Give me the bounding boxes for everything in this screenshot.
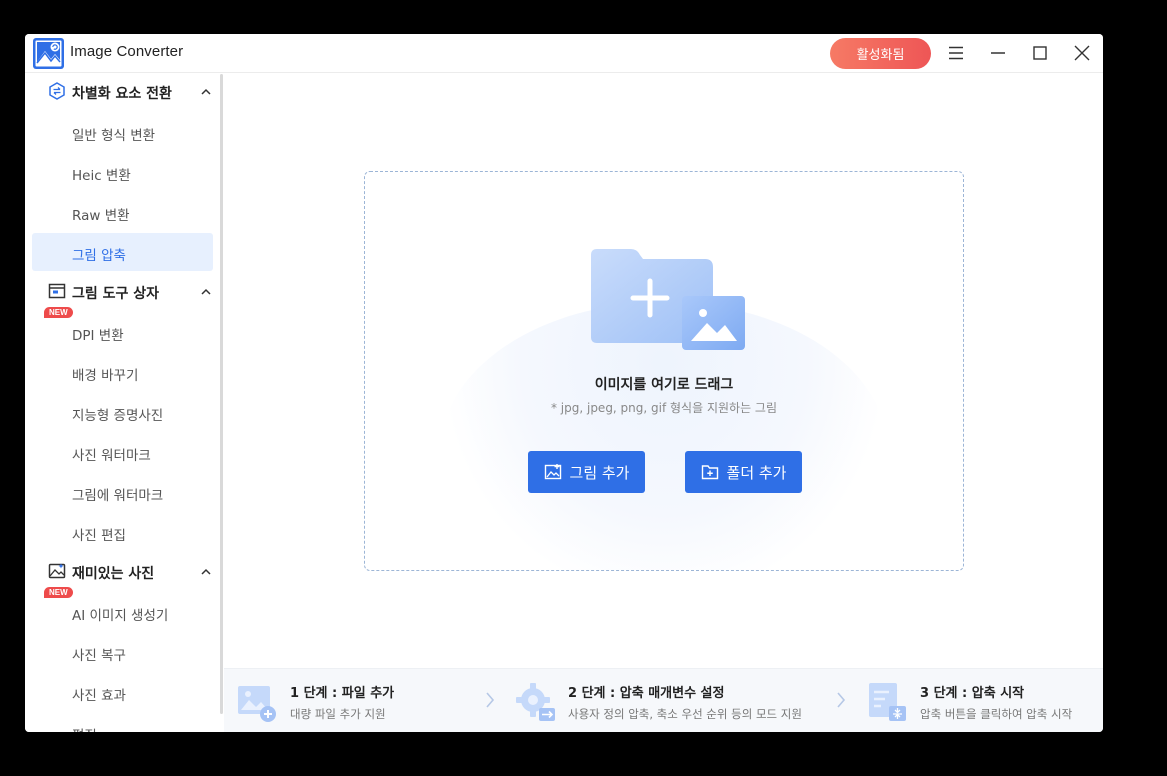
app-logo-icon: [33, 38, 64, 69]
sidebar-item-label: 그림에 워터마크: [72, 488, 164, 504]
sidebar-item-label: DPI 변환: [72, 328, 124, 344]
sidebar-item-heic[interactable]: Heic 변환: [32, 153, 213, 191]
add-folder-icon: [701, 465, 718, 480]
add-folder-label: 폴더 추가: [726, 463, 787, 482]
sidebar-scrollbar[interactable]: [220, 74, 223, 714]
activated-button[interactable]: 활성화됨: [830, 38, 931, 69]
chevron-up-icon: [201, 288, 211, 295]
sidebar-item-label: 배경 바꾸기: [72, 368, 139, 384]
add-image-button[interactable]: 그림 추가: [528, 451, 645, 493]
sidebar-item-label: Heic 변환: [72, 168, 131, 184]
section-header-toolbox[interactable]: 그림 도구 상자: [25, 273, 222, 309]
sidebar-item-label: 사진 워터마크: [72, 448, 151, 464]
sidebar-item-label: AI 이미지 생성기: [72, 608, 169, 624]
sidebar-item-label: 일반 형식 변환: [72, 128, 156, 144]
main-content: 이미지를 여기로 드래그 * jpg, jpeg, png, gif 형식을 지…: [224, 73, 1103, 668]
sidebar-item-label: 사진 복구: [72, 648, 126, 664]
sidebar-item-compress[interactable]: 그림 압축: [32, 233, 213, 271]
steps-footer: 1 단계 : 파일 추가 대량 파일 추가 지원 2 단계 : 압축 매개변수 …: [224, 668, 1103, 732]
sidebar-item-edit[interactable]: 편집: [32, 713, 213, 732]
sidebar-item-background[interactable]: 배경 바꾸기: [32, 353, 213, 391]
step-2-desc: 사용자 정의 압축, 축소 우선 순위 등의 모드 지원: [568, 707, 802, 721]
sidebar-item-photo-watermark[interactable]: 사진 워터마크: [32, 433, 213, 471]
sidebar-item-raw[interactable]: Raw 변환: [32, 193, 213, 231]
sidebar-item-label: 그림 압축: [72, 248, 126, 264]
section-label: 재미있는 사진: [72, 566, 155, 582]
sidebar-item-photo-restore[interactable]: 사진 복구: [32, 633, 213, 671]
section-header-fun-photo[interactable]: 재미있는 사진: [25, 553, 222, 589]
app-title: Image Converter: [70, 43, 184, 60]
fun-photo-icon: [48, 563, 66, 579]
sidebar-item-label: 지능형 증명사진: [72, 408, 164, 424]
section-label: 차별화 요소 전환: [72, 86, 172, 102]
close-icon[interactable]: [1073, 44, 1091, 62]
sidebar-item-photo-edit[interactable]: 사진 편집: [32, 513, 213, 551]
chevron-right-icon: [486, 692, 495, 708]
sidebar-item-label: 사진 효과: [72, 688, 126, 704]
drop-zone-title: 이미지를 여기로 드래그: [594, 377, 734, 393]
maximize-icon[interactable]: [1031, 44, 1049, 62]
new-badge: NEW: [44, 307, 73, 318]
chevron-up-icon: [201, 88, 211, 95]
add-file-step-icon: [238, 686, 276, 722]
sidebar-item-id-photo[interactable]: 지능형 증명사진: [32, 393, 213, 431]
new-badge: NEW: [44, 587, 73, 598]
section-label: 그림 도구 상자: [72, 286, 160, 302]
menu-icon[interactable]: [947, 44, 965, 62]
app-window: Image Converter 활성화됨 차별화 요소 전환 일반 형식 변환: [25, 34, 1103, 732]
step-3-title: 3 단계 : 압축 시작: [920, 686, 1025, 701]
step-2-title: 2 단계 : 압축 매개변수 설정: [568, 686, 725, 701]
add-image-label: 그림 추가: [569, 463, 630, 482]
sidebar-item-label: 편집: [72, 724, 97, 732]
step-3-desc: 압축 버튼을 클릭하여 압축 시작: [920, 707, 1073, 721]
add-folder-button[interactable]: 폴더 추가: [685, 451, 802, 493]
sidebar-item-add-watermark[interactable]: 그림에 워터마크: [32, 473, 213, 511]
folder-add-illustration-icon: [591, 249, 745, 350]
sidebar-item-general-format[interactable]: 일반 형식 변환: [32, 113, 213, 151]
compress-step-icon: [869, 683, 906, 721]
settings-step-icon: [516, 683, 555, 721]
drop-zone[interactable]: 이미지를 여기로 드래그 * jpg, jpeg, png, gif 형식을 지…: [364, 171, 964, 571]
sidebar: 차별화 요소 전환 일반 형식 변환 Heic 변환 Raw 변환 그림 압축 …: [25, 73, 222, 732]
sidebar-item-photo-effect[interactable]: 사진 효과: [32, 673, 213, 711]
minimize-icon[interactable]: [989, 44, 1007, 62]
chevron-right-icon: [837, 692, 846, 708]
toolbox-icon: [48, 283, 66, 299]
section-header-conversion[interactable]: 차별화 요소 전환: [25, 73, 222, 109]
drop-zone-subtitle: * jpg, jpeg, png, gif 형식을 지원하는 그림: [550, 401, 778, 415]
step-1-desc: 대량 파일 추가 지원: [290, 707, 386, 721]
convert-icon: [49, 82, 65, 100]
title-bar: Image Converter 활성화됨: [25, 34, 1103, 73]
sidebar-item-dpi[interactable]: NEW DPI 변환: [32, 307, 213, 351]
sidebar-item-label: Raw 변환: [72, 208, 130, 224]
sidebar-item-label: 사진 편집: [72, 528, 126, 544]
step-1-title: 1 단계 : 파일 추가: [290, 686, 395, 701]
sidebar-item-ai-generator[interactable]: NEW AI 이미지 생성기: [32, 587, 213, 631]
chevron-up-icon: [201, 568, 211, 575]
add-image-icon: [544, 464, 561, 480]
